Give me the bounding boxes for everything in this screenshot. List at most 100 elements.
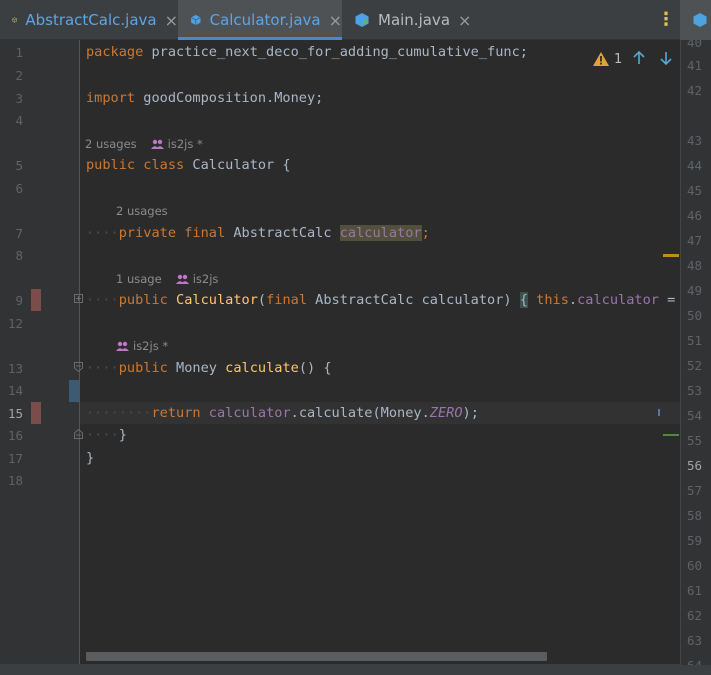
indent-guide: ···· — [86, 427, 119, 443]
users-icon — [175, 274, 189, 284]
field-name: calculator — [339, 225, 422, 241]
line-number: 54 — [687, 408, 703, 423]
inspection-widget[interactable]: 1 — [592, 49, 622, 69]
author-hint[interactable]: is2js * — [133, 338, 168, 354]
line-number: 18 — [7, 473, 23, 488]
line-number: 7 — [15, 226, 23, 241]
keyword: this — [536, 292, 569, 308]
tab-calculator[interactable]: Calculator.java × — [178, 0, 342, 40]
inlay-hint[interactable]: 1 usage is2js — [116, 271, 218, 287]
code-line: ····public Calculator(final AbstractCalc… — [86, 289, 680, 311]
change-stripe-mark[interactable] — [663, 434, 679, 436]
method-call: calculate — [298, 405, 373, 421]
line-number: 43 — [687, 133, 703, 148]
inlay-hint[interactable]: 2 usages — [116, 203, 168, 219]
line-number: 63 — [687, 633, 703, 648]
arrow-up-icon[interactable] — [631, 50, 647, 66]
line-number: 50 — [687, 308, 703, 323]
author-hint[interactable]: is2js — [193, 271, 219, 287]
line-number: 1 — [15, 45, 23, 60]
split-editor-tab[interactable] — [680, 0, 711, 40]
line-number: 53 — [687, 383, 703, 398]
users-icon — [150, 139, 164, 149]
inlay-hint[interactable]: 2 usages is2js * — [85, 136, 203, 152]
keyword: public — [118, 360, 168, 376]
code-text: } — [118, 427, 127, 443]
method-name: Calculator — [176, 292, 258, 308]
breakpoint-marker[interactable] — [31, 289, 41, 311]
author-hint[interactable]: is2js * — [168, 136, 203, 152]
change-marker[interactable] — [69, 380, 79, 402]
line-number: 45 — [687, 183, 703, 198]
folded-brace[interactable]: { — [519, 292, 528, 308]
code-line: package practice_next_deco_for_adding_cu… — [86, 41, 528, 63]
line-number: 64 — [687, 658, 702, 665]
close-icon[interactable]: × — [329, 11, 342, 30]
line-number: 52 — [687, 358, 703, 373]
keyword: class — [143, 157, 185, 173]
horizontal-scrollbar[interactable] — [86, 652, 547, 661]
line-number: 41 — [687, 58, 703, 73]
warning-count: 1 — [614, 51, 623, 67]
line-number: 55 — [687, 433, 703, 448]
editor-bottom-bar — [0, 664, 711, 675]
keyword: final — [266, 292, 307, 308]
line-number: 60 — [687, 558, 703, 573]
line-number-current: 56 — [687, 458, 703, 473]
field-name: calculator — [208, 405, 291, 421]
field-name: calculator — [577, 292, 659, 308]
keyword: public — [86, 157, 136, 173]
code-text: () { — [298, 360, 332, 376]
keyword: public — [118, 292, 168, 308]
indent-guide: ···· — [86, 225, 119, 241]
line-number: 2 — [15, 68, 23, 83]
line-number: 14 — [7, 383, 23, 398]
constant: ZERO — [429, 405, 463, 421]
code-text: AbstractCalc calculator) — [307, 292, 512, 308]
code-text: Calculator { — [184, 157, 291, 173]
line-number: 48 — [687, 258, 703, 273]
code-text: AbstractCalc — [225, 225, 340, 241]
indent-guide: ···· — [86, 360, 119, 376]
code-line: public class Calculator { — [86, 154, 291, 176]
line-number-gutter: 1 2 3 4 5 6 7 8 9 12 13 14 15 16 17 18 — [0, 40, 83, 665]
code-text: = ca — [667, 292, 676, 308]
keyword: package — [86, 44, 144, 60]
tab-main[interactable]: Main.java × — [342, 0, 472, 40]
inlay-hint[interactable]: is2js * — [116, 338, 168, 354]
tab-menu-icon[interactable]: ⋮ — [656, 10, 676, 30]
line-number: 51 — [687, 333, 703, 348]
close-icon[interactable]: × — [165, 11, 178, 30]
code-text: goodComposition.Money; — [135, 90, 324, 106]
line-number: 13 — [7, 361, 23, 376]
code-text: . — [568, 292, 578, 308]
line-number-current: 15 — [7, 406, 23, 421]
usages-hint[interactable]: 1 usage — [116, 271, 162, 287]
tab-label: Calculator.java — [209, 11, 321, 29]
semicolon: ; — [421, 225, 430, 241]
line-number: 9 — [15, 293, 23, 308]
keyword: final — [184, 225, 226, 241]
line-number: 3 — [15, 91, 23, 106]
line-number: 6 — [15, 181, 23, 196]
class-icon — [693, 13, 707, 27]
warning-icon — [593, 52, 609, 66]
code-line: ····private final AbstractCalc calculato… — [86, 222, 430, 244]
code-text: practice_next_deco_for_adding_cumulative… — [143, 44, 528, 60]
breakpoint-marker[interactable] — [31, 402, 41, 424]
arrow-down-icon[interactable] — [658, 50, 674, 66]
indent-guide: ········ — [86, 405, 152, 421]
line-number: 4 — [15, 113, 23, 128]
code-text: (Money. — [372, 405, 430, 421]
usages-hint[interactable]: 2 usages — [85, 136, 137, 152]
close-icon[interactable]: × — [458, 11, 471, 30]
warning-stripe-mark[interactable] — [663, 254, 679, 257]
line-number: 47 — [687, 233, 703, 248]
usages-hint[interactable]: 2 usages — [116, 203, 168, 219]
line-number: 57 — [687, 483, 703, 498]
method-name: calculate — [225, 360, 299, 376]
tab-abstractcalc[interactable]: AbstractCalc.java × — [0, 0, 178, 40]
line-number: 61 — [687, 583, 703, 598]
line-number: 46 — [687, 208, 703, 223]
code-editor[interactable]: package practice_next_deco_for_adding_cu… — [80, 40, 680, 665]
